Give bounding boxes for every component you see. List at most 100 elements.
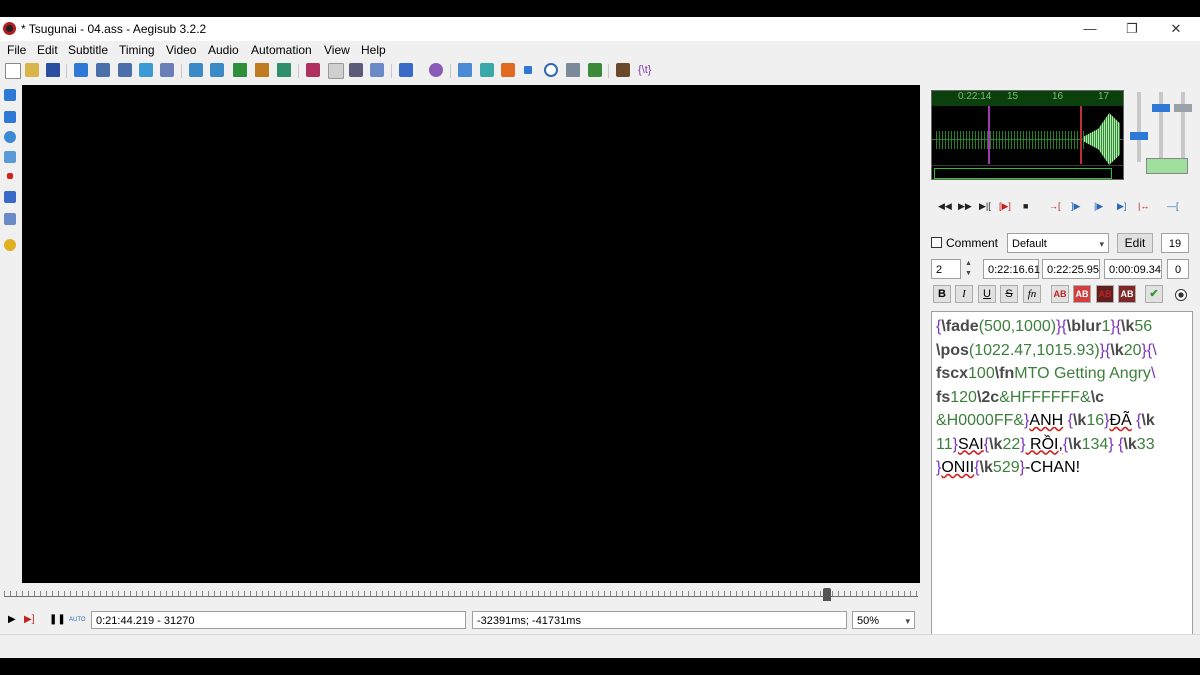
menu-file[interactable]: File (7, 43, 26, 57)
clock-icon[interactable] (544, 63, 558, 77)
spell-checker-icon[interactable] (370, 63, 384, 77)
style-select[interactable]: Default ▾ (1007, 233, 1109, 253)
visual-typesetting-icon[interactable] (480, 63, 494, 77)
close-button[interactable]: ✕ (1154, 19, 1198, 39)
video-seek-slider[interactable] (4, 585, 918, 601)
volume-slider[interactable] (1181, 92, 1185, 162)
bold-button[interactable]: B (933, 285, 951, 303)
timing-postprocessor-icon[interactable] (458, 63, 472, 77)
minimize-button[interactable]: — (1068, 19, 1112, 39)
audio-display[interactable]: 0:22:14 15 16 17 (931, 90, 1124, 180)
strikeout-button[interactable]: S (1000, 285, 1018, 303)
clip-tool-icon[interactable] (4, 191, 16, 203)
hammer-icon[interactable] (616, 63, 630, 77)
scale-tool-icon[interactable] (7, 173, 13, 179)
options-icon[interactable] (566, 63, 580, 77)
open-file-icon[interactable] (25, 63, 39, 77)
play-current-icon[interactable]: [▶] (999, 201, 1011, 212)
menu-help[interactable]: Help (361, 43, 386, 57)
tag-toggle-icon[interactable]: {\t} (638, 63, 652, 77)
auto-scroll-toggle[interactable]: AUTO (69, 617, 86, 623)
jump-to-icon[interactable] (74, 63, 88, 77)
stop-icon[interactable] (524, 66, 532, 74)
play-selection-icon[interactable]: ▶|[ (979, 201, 991, 212)
link-toggle-button[interactable] (1146, 158, 1188, 174)
new-file-icon[interactable] (5, 63, 21, 79)
kanji-timer-icon[interactable] (429, 63, 443, 77)
pause-icon[interactable]: ❚❚ (49, 614, 66, 625)
underline-button[interactable]: U (978, 285, 996, 303)
automation-icon[interactable] (306, 63, 320, 77)
subtitle-text-editor[interactable]: {\fade(500,1000)}{\blur1}{\k56 \pos(1022… (931, 311, 1193, 645)
properties-icon[interactable] (210, 63, 224, 77)
menu-timing[interactable]: Timing (119, 43, 155, 57)
secondary-color-button[interactable]: AB (1073, 285, 1091, 303)
layer-spinner[interactable]: 2 (931, 259, 961, 279)
play-line-icon[interactable] (501, 63, 515, 77)
shift-times-icon[interactable] (328, 63, 344, 79)
play-before-end-icon[interactable]: |▶ (1094, 201, 1103, 212)
horizontal-zoom-slider[interactable] (1137, 92, 1141, 162)
check-icon[interactable] (588, 63, 602, 77)
menu-view[interactable]: View (324, 43, 350, 57)
menu-audio[interactable]: Audio (208, 43, 239, 57)
seek-thumb[interactable] (823, 588, 831, 601)
play-after-icon[interactable]: ▶] (1117, 201, 1126, 212)
auto-commit-icon[interactable]: —[ (1167, 201, 1179, 211)
actor-count-field[interactable]: 19 (1161, 233, 1189, 253)
drag-tool-icon[interactable] (4, 111, 16, 123)
standard-tool-icon[interactable] (4, 89, 16, 101)
end-time-field[interactable]: 0:22:25.95 (1042, 259, 1100, 279)
vertical-zoom-slider[interactable] (1159, 92, 1163, 162)
next-line-icon[interactable]: ▶▶ (958, 201, 972, 212)
audio-scrollbar[interactable] (932, 165, 1123, 179)
rotate-xy-icon[interactable] (4, 151, 16, 163)
snap-start-icon[interactable] (139, 63, 153, 77)
play-line-video-icon[interactable]: ▶] (24, 614, 34, 625)
menu-edit[interactable]: Edit (37, 43, 58, 57)
commit-icon[interactable]: |↔ (1138, 201, 1149, 211)
menu-automation[interactable]: Automation (251, 43, 312, 57)
comment-checkbox[interactable] (931, 237, 942, 248)
prev-line-icon[interactable]: ◀◀ (938, 201, 952, 212)
play-before-icon[interactable]: →[ (1049, 201, 1061, 211)
save-icon[interactable] (46, 63, 60, 77)
stop-audio-icon[interactable]: ■ (1023, 201, 1028, 211)
assistant-icon[interactable] (399, 63, 413, 77)
rotate-z-icon[interactable] (4, 131, 16, 143)
menu-video[interactable]: Video (166, 43, 196, 57)
help-icon[interactable] (4, 239, 16, 251)
video-display[interactable] (22, 85, 920, 583)
zoom-select[interactable]: 50% ▾ (852, 611, 915, 629)
slider-knob[interactable] (1152, 104, 1170, 112)
fonts-collector-icon[interactable] (255, 63, 269, 77)
translation-assistant-icon[interactable] (349, 63, 363, 77)
italic-button[interactable]: I (955, 285, 973, 303)
slider-knob[interactable] (1174, 104, 1192, 112)
zoom-in-icon[interactable] (96, 63, 110, 77)
snap-end-icon[interactable] (160, 63, 174, 77)
menu-subtitle[interactable]: Subtitle (68, 43, 108, 57)
video-time-field[interactable]: 0:21:44.219 - 31270 (91, 611, 466, 629)
outline-color-button[interactable]: AB (1096, 285, 1114, 303)
styles-manager-icon[interactable] (189, 63, 203, 77)
margin-field[interactable]: 0 (1167, 259, 1189, 279)
play-icon[interactable]: ▶ (8, 614, 16, 625)
start-time-field[interactable]: 0:22:16.61 (983, 259, 1040, 279)
layer-stepper[interactable]: ▲ ▼ (962, 259, 975, 279)
commit-check-icon[interactable]: ✔ (1145, 285, 1163, 303)
edit-style-button[interactable]: Edit (1117, 233, 1153, 253)
duration-field[interactable]: 0:00:09.34 (1104, 259, 1162, 279)
slider-knob[interactable] (1130, 132, 1148, 140)
primary-color-button[interactable]: AB (1051, 285, 1069, 303)
line-start-marker[interactable] (1080, 106, 1082, 164)
settings-icon[interactable] (1175, 289, 1187, 301)
font-button[interactable]: fn (1023, 285, 1041, 303)
vector-clip-icon[interactable] (4, 213, 16, 225)
play-after-start-icon[interactable]: ]▶ (1071, 201, 1080, 212)
zoom-out-icon[interactable] (118, 63, 132, 77)
shadow-color-button[interactable]: AB (1118, 285, 1136, 303)
resample-icon[interactable] (277, 63, 291, 77)
restore-button[interactable]: ❐ (1110, 19, 1154, 39)
attachments-icon[interactable] (233, 63, 247, 77)
